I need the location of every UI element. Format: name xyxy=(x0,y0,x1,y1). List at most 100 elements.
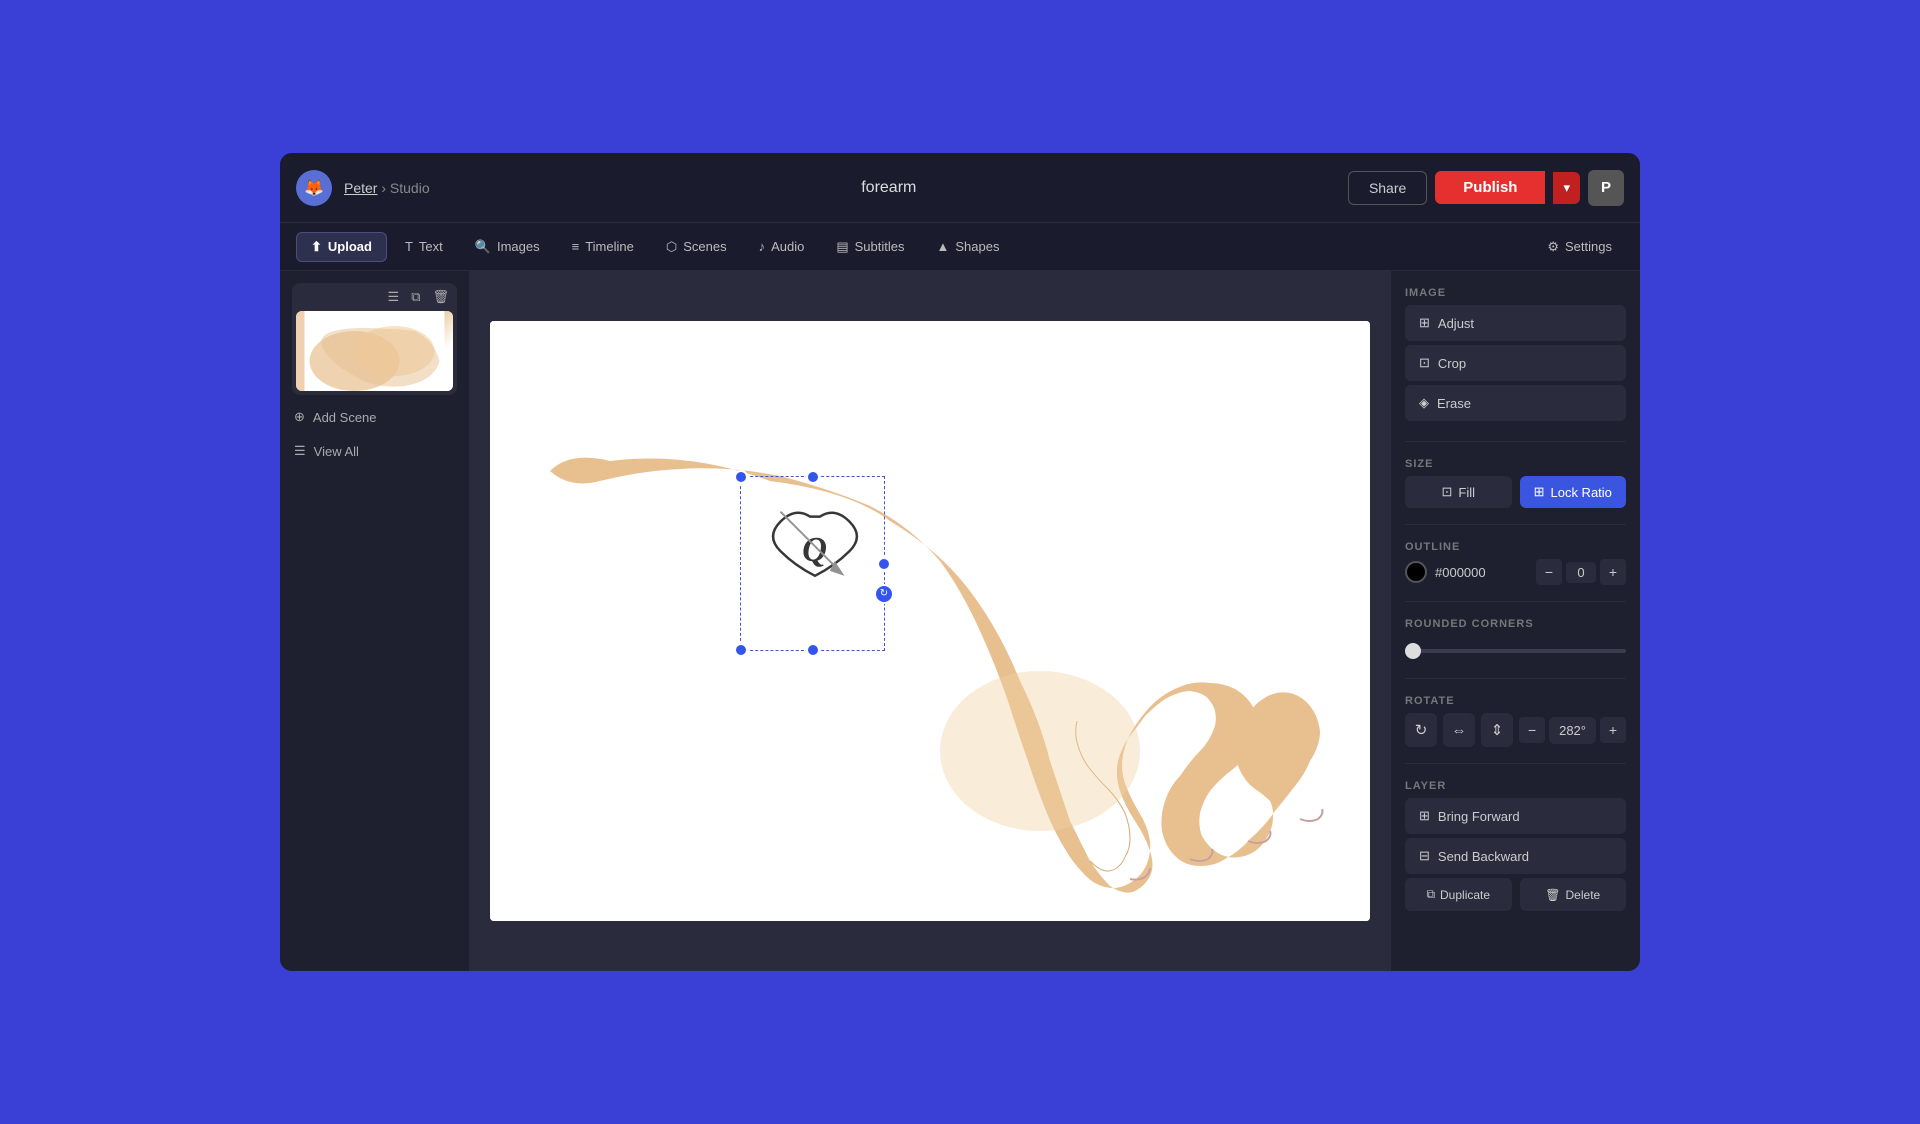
text-button[interactable]: T Text xyxy=(391,233,457,260)
layer-section: LAYER ⊞ Bring Forward ⊟ Send Backward ⧉ … xyxy=(1405,780,1626,911)
send-backward-button[interactable]: ⊟ Send Backward xyxy=(1405,838,1626,874)
audio-button[interactable]: ♪ Audio xyxy=(745,233,819,260)
upload-button[interactable]: ⬆ Upload xyxy=(296,232,387,262)
audio-label: Audio xyxy=(771,239,804,254)
header-actions: Share Publish ▾ P xyxy=(1348,170,1624,206)
breadcrumb: Peter › Studio xyxy=(344,180,430,196)
publish-button[interactable]: Publish xyxy=(1435,171,1545,204)
fill-button[interactable]: ⊡ Fill xyxy=(1405,476,1512,508)
settings-button[interactable]: ⚙ Settings xyxy=(1535,233,1624,261)
scene-thumbnail-image xyxy=(296,311,453,391)
outline-section: OUTLINE #000000 − + xyxy=(1405,541,1626,585)
images-label: Images xyxy=(497,239,540,254)
add-scene-action[interactable]: ⊕ Add Scene xyxy=(292,405,457,429)
erase-button[interactable]: ◈ Erase xyxy=(1405,385,1626,421)
canvas-area[interactable]: Q ↻ xyxy=(470,271,1390,971)
share-button[interactable]: Share xyxy=(1348,171,1427,205)
subtitles-button[interactable]: ▤ Subtitles xyxy=(822,233,918,261)
settings-icon: ⚙ xyxy=(1547,239,1559,255)
audio-icon: ♪ xyxy=(759,239,766,254)
outline-color-picker[interactable] xyxy=(1405,561,1427,583)
scenes-label: Scenes xyxy=(683,239,726,254)
header-title: forearm xyxy=(442,179,1336,197)
text-icon: T xyxy=(405,239,413,254)
divider-2 xyxy=(1405,524,1626,525)
outline-minus-button[interactable]: − xyxy=(1536,559,1562,585)
breadcrumb-user[interactable]: Peter xyxy=(344,180,377,196)
subtitles-icon: ▤ xyxy=(836,239,848,255)
adjust-icon: ⊞ xyxy=(1419,315,1430,331)
outline-stepper: − + xyxy=(1536,559,1626,585)
avatar-emoji: 🦊 xyxy=(304,178,324,198)
layer-action-row: ⧉ Duplicate 🗑 Delete xyxy=(1405,878,1626,911)
rounded-corners-label: ROUNDED CORNERS xyxy=(1405,618,1626,630)
rotate-cw-button[interactable]: ↻ xyxy=(1405,713,1437,747)
shapes-button[interactable]: ▲ Shapes xyxy=(923,233,1014,260)
lock-ratio-button[interactable]: ⊞ Lock Ratio xyxy=(1520,476,1627,508)
scene-list-icon-button[interactable]: ☰ xyxy=(384,287,404,307)
size-section: SIZE ⊡ Fill ⊞ Lock Ratio xyxy=(1405,458,1626,508)
flip-horizontal-button[interactable]: ⇔ xyxy=(1443,713,1475,747)
text-label: Text xyxy=(419,239,443,254)
scene-card-actions: ☰ ⧉ 🗑 xyxy=(296,287,453,307)
upload-label: Upload xyxy=(328,239,372,254)
scene-delete-button[interactable]: 🗑 xyxy=(428,287,453,307)
add-scene-icon: ⊕ xyxy=(294,409,305,425)
duplicate-label: Duplicate xyxy=(1440,888,1490,902)
adjust-label: Adjust xyxy=(1438,316,1474,331)
scene-duplicate-button[interactable]: ⧉ xyxy=(407,287,424,307)
scene-thumbnail[interactable] xyxy=(296,311,453,391)
canvas[interactable]: Q ↻ xyxy=(490,321,1370,921)
scenes-button[interactable]: ⬡ Scenes xyxy=(652,233,741,261)
upload-icon: ⬆ xyxy=(311,239,322,255)
divider-1 xyxy=(1405,441,1626,442)
duplicate-button[interactable]: ⧉ Duplicate xyxy=(1405,878,1512,911)
erase-icon: ◈ xyxy=(1419,395,1429,411)
rounded-corners-slider-container xyxy=(1405,636,1626,662)
shapes-label: Shapes xyxy=(955,239,999,254)
publish-dropdown-button[interactable]: ▾ xyxy=(1553,172,1580,204)
bring-forward-label: Bring Forward xyxy=(1438,809,1520,824)
image-section-label: IMAGE xyxy=(1405,287,1626,299)
divider-3 xyxy=(1405,601,1626,602)
fill-label: Fill xyxy=(1458,485,1475,500)
toolbar: ⬆ Upload T Text 🔍 Images ≡ Timeline ⬡ Sc… xyxy=(280,223,1640,271)
user-avatar-button[interactable]: P xyxy=(1588,170,1624,206)
images-button[interactable]: 🔍 Images xyxy=(461,233,554,261)
divider-5 xyxy=(1405,763,1626,764)
rotate-plus-button[interactable]: + xyxy=(1600,717,1626,743)
adjust-button[interactable]: ⊞ Adjust xyxy=(1405,305,1626,341)
hand-image xyxy=(490,321,1370,921)
rotate-section: ROTATE ↻ ⇔ ⇕ − 282° + xyxy=(1405,695,1626,747)
scene-card: ☰ ⧉ 🗑 xyxy=(292,283,457,395)
bring-forward-button[interactable]: ⊞ Bring Forward xyxy=(1405,798,1626,834)
rounded-corners-slider[interactable] xyxy=(1405,649,1626,653)
header: 🦊 Peter › Studio forearm Share Publish ▾… xyxy=(280,153,1640,223)
crop-label: Crop xyxy=(1438,356,1466,371)
size-section-label: SIZE xyxy=(1405,458,1626,470)
outline-plus-button[interactable]: + xyxy=(1600,559,1626,585)
crop-button[interactable]: ⊡ Crop xyxy=(1405,345,1626,381)
view-all-action[interactable]: ☰ View All xyxy=(292,439,457,463)
fill-icon: ⊡ xyxy=(1441,484,1452,500)
right-panel: IMAGE ⊞ Adjust ⊡ Crop ◈ Erase SIZE xyxy=(1390,271,1640,971)
settings-label: Settings xyxy=(1565,239,1612,254)
outline-section-label: OUTLINE xyxy=(1405,541,1626,553)
view-all-icon: ☰ xyxy=(294,443,306,459)
outline-row: #000000 − + xyxy=(1405,559,1626,585)
lock-ratio-label: Lock Ratio xyxy=(1550,485,1611,500)
avatar: 🦊 xyxy=(296,170,332,206)
subtitles-label: Subtitles xyxy=(855,239,905,254)
timeline-button[interactable]: ≡ Timeline xyxy=(558,233,648,260)
breadcrumb-separator: › xyxy=(381,180,390,196)
size-buttons: ⊡ Fill ⊞ Lock Ratio xyxy=(1405,476,1626,508)
erase-label: Erase xyxy=(1437,396,1471,411)
delete-button[interactable]: 🗑 Delete xyxy=(1520,878,1627,911)
flip-vertical-button[interactable]: ⇕ xyxy=(1481,713,1513,747)
image-section: IMAGE ⊞ Adjust ⊡ Crop ◈ Erase xyxy=(1405,287,1626,425)
outline-value-input[interactable] xyxy=(1566,562,1596,583)
rotate-minus-button[interactable]: − xyxy=(1519,717,1545,743)
layer-section-label: LAYER xyxy=(1405,780,1626,792)
rotate-controls: ↻ ⇔ ⇕ − 282° + xyxy=(1405,713,1626,747)
main-content: ☰ ⧉ 🗑 ⊕ Add Sc xyxy=(280,271,1640,971)
